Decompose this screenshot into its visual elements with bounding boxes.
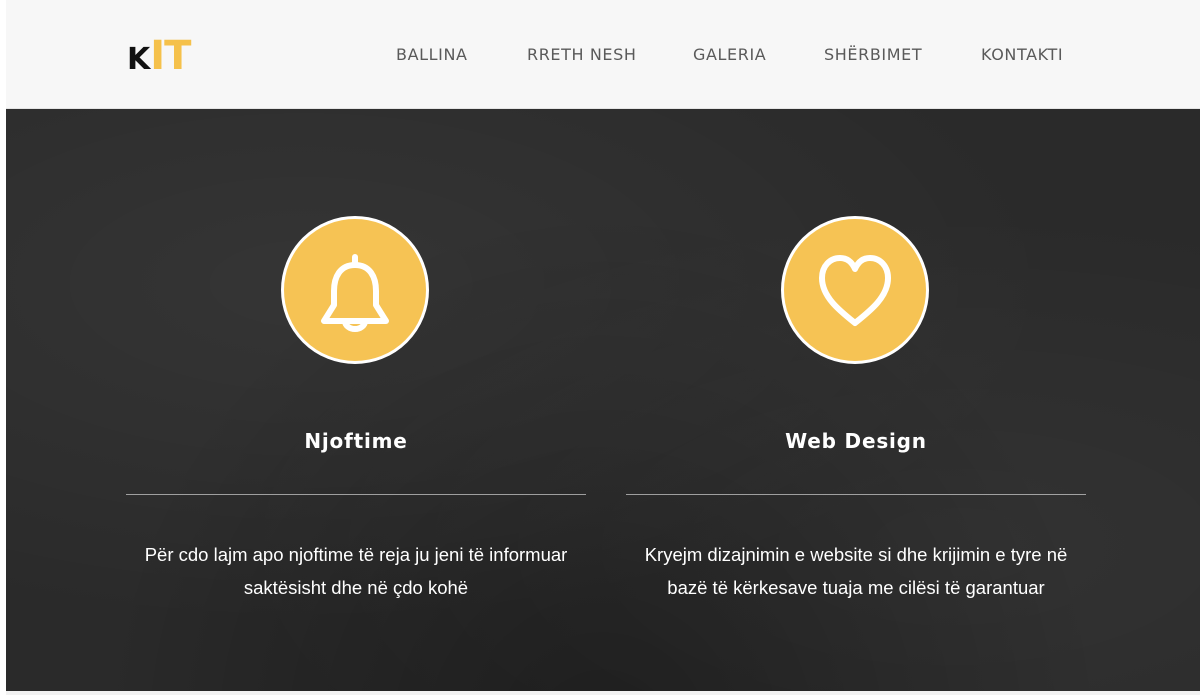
feature-title: Njoftime [304,429,408,453]
heart-icon [781,216,929,364]
divider [126,494,586,495]
feature-description-line: Për cdo lajm apo njoftime të reja ju jen… [144,544,568,565]
feature-web-design: Web Design Kryejm dizajnimin e website s… [626,109,1086,691]
nav-item-ballina[interactable]: BALLINA [396,44,468,66]
feature-njoftime: Njoftime Për cdo lajm apo njoftime të re… [126,109,586,691]
nav-item-rreth-nesh[interactable]: RRETH NESH [527,44,637,66]
feature-description: Për cdo lajm apo njoftime të reja ju jen… [126,538,586,604]
page-bottom-edge [6,691,1200,695]
feature-description: Kryejm dizajnimin e website si dhe kriji… [626,538,1086,604]
site-header: KIT BALLINA RRETH NESH GALERIA SHËRBIMET… [6,0,1200,109]
feature-title: Web Design [785,429,927,453]
nav-item-sherbimet[interactable]: SHËRBIMET [824,44,922,66]
feature-description-line: saktësisht dhe në çdo kohë [243,577,469,598]
feature-description-line: Kryejm dizajnimin e website si dhe kriji… [644,544,1068,565]
main-nav: BALLINA RRETH NESH GALERIA SHËRBIMET KON… [6,44,1200,66]
bell-icon [281,216,429,364]
nav-item-kontakti[interactable]: KONTAKTI [981,44,1063,66]
services-section: Njoftime Për cdo lajm apo njoftime të re… [6,109,1200,691]
feature-description-line: bazë të kërkesave tuaja me cilësi të gar… [667,577,1045,598]
nav-item-galeria[interactable]: GALERIA [693,44,766,66]
page: KIT BALLINA RRETH NESH GALERIA SHËRBIMET… [6,0,1200,695]
divider [626,494,1086,495]
